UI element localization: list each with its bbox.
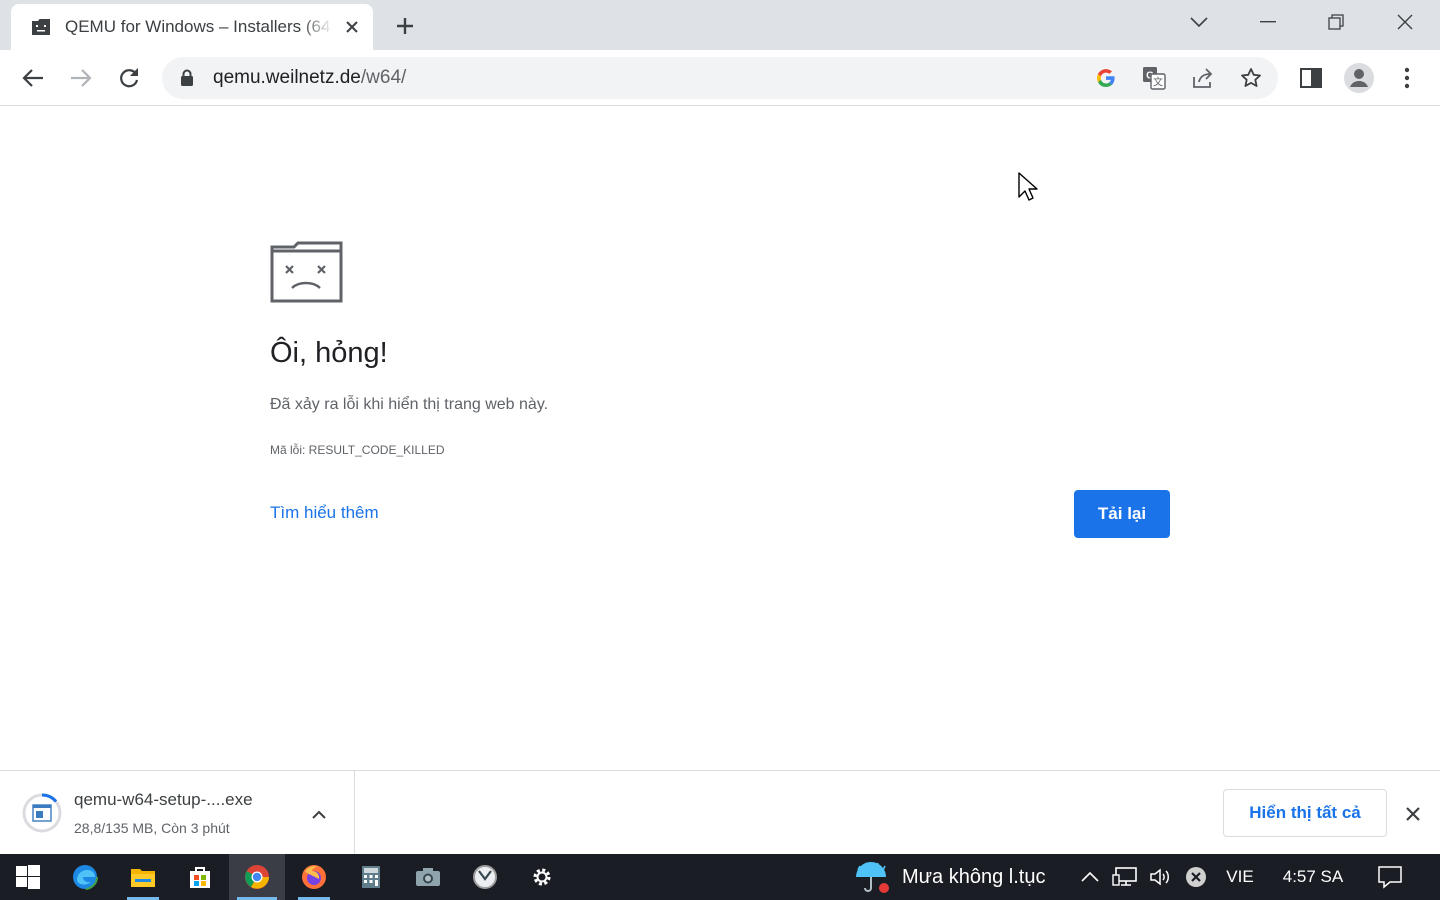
more-menu-icon[interactable] [1391, 62, 1423, 94]
lock-icon[interactable] [180, 69, 194, 92]
url-host: qemu.weilnetz.de [213, 67, 361, 88]
show-all-downloads-button[interactable]: Hiển thị tất cả [1223, 789, 1387, 837]
firefox-icon [302, 865, 326, 889]
close-window-button[interactable] [1390, 8, 1420, 36]
error-status-icon[interactable] [1181, 854, 1211, 900]
file-explorer-app[interactable] [115, 854, 171, 900]
browser-toolbar: qemu.weilnetz.de/w64/ G 文 [0, 50, 1440, 106]
reload-toolbar-button[interactable] [113, 62, 145, 94]
language-text: VIE [1226, 867, 1254, 886]
new-tab-button[interactable] [392, 13, 418, 39]
download-file-name: qemu-w64-setup-....exe [74, 790, 253, 809]
installer-file-icon [22, 793, 62, 838]
sad-folder-icon [270, 241, 343, 308]
minimize-button[interactable] [1253, 8, 1283, 36]
gear-icon [533, 868, 551, 886]
url-path: /w64/ [360, 67, 407, 88]
weather-widget[interactable]: Mưa không l.tục [852, 860, 1045, 894]
start-button[interactable] [0, 854, 56, 900]
side-panel-icon[interactable] [1295, 62, 1327, 94]
tab-close-icon[interactable] [341, 16, 363, 38]
error-code: Mã lỗi: RESULT_CODE_KILLED [270, 443, 445, 457]
edge-icon [72, 864, 98, 890]
clock-indicator[interactable]: 4:57 SA [1272, 854, 1354, 900]
url-text[interactable]: qemu.weilnetz.de/w64/ [213, 67, 406, 89]
tray-overflow-chevron-icon[interactable] [1077, 854, 1103, 900]
camera-app[interactable] [400, 854, 456, 900]
download-shelf: qemu-w64-setup-....exe 28,8/135 MB, Còn … [0, 770, 1440, 855]
sad-tab-favicon-icon [31, 17, 51, 37]
clock-icon [473, 865, 497, 889]
volume-icon[interactable] [1146, 854, 1176, 900]
calculator-app[interactable] [343, 854, 399, 900]
clock-app[interactable] [457, 854, 513, 900]
calculator-icon [362, 866, 380, 888]
download-status: 28,8/135 MB, Còn 3 phút [74, 820, 230, 836]
rain-umbrella-icon [856, 862, 889, 893]
camera-icon [416, 868, 440, 886]
translate-icon[interactable]: G 文 [1141, 65, 1167, 91]
google-icon[interactable] [1093, 65, 1119, 91]
svg-text:文: 文 [1153, 76, 1163, 89]
network-icon[interactable] [1110, 854, 1140, 900]
profile-avatar-icon[interactable] [1343, 62, 1375, 94]
chevron-up-icon[interactable] [306, 801, 332, 827]
notification-center-icon[interactable] [1372, 854, 1408, 900]
time-text: 4:57 SA [1282, 867, 1344, 886]
mouse-cursor-icon [1018, 172, 1040, 207]
settings-app[interactable] [514, 854, 570, 900]
active-tab[interactable]: QEMU for Windows – Installers (64 bit) [11, 4, 373, 50]
bookmark-star-icon[interactable] [1238, 65, 1264, 91]
address-bar[interactable]: qemu.weilnetz.de/w64/ G 文 [162, 57, 1278, 99]
firefox-app[interactable] [286, 854, 342, 900]
chrome-app[interactable] [229, 854, 285, 900]
error-page: Ôi, hỏng! Đã xảy ra lỗi khi hiển thị tra… [0, 107, 1440, 770]
folder-icon [131, 869, 155, 887]
share-icon[interactable] [1190, 65, 1216, 91]
tab-title: QEMU for Windows – Installers (64 bit) [65, 17, 333, 36]
close-shelf-icon[interactable] [1400, 801, 1426, 827]
reload-button[interactable]: Tải lại [1074, 490, 1170, 538]
back-button[interactable] [17, 62, 49, 94]
chrome-icon [245, 865, 269, 889]
store-app[interactable] [172, 854, 228, 900]
forward-button[interactable] [65, 62, 97, 94]
learn-more-link[interactable]: Tìm hiểu thêm [270, 503, 379, 523]
tab-strip: QEMU for Windows – Installers (64 bit) [0, 0, 1440, 50]
download-item[interactable]: qemu-w64-setup-....exe 28,8/135 MB, Còn … [0, 771, 355, 855]
weather-text: Mưa không l.tục [902, 865, 1046, 888]
restore-button[interactable] [1321, 8, 1351, 36]
language-indicator[interactable]: VIE [1218, 854, 1262, 900]
error-title: Ôi, hỏng! [270, 337, 388, 369]
edge-app[interactable] [57, 854, 113, 900]
tab-search-chevron-icon[interactable] [1184, 8, 1214, 36]
error-message: Đã xảy ra lỗi khi hiển thị trang web này… [270, 396, 549, 413]
windows-taskbar: Mưa không l.tục VIE 4:57 SA [0, 854, 1440, 900]
store-icon [190, 867, 210, 888]
windows-logo-icon [16, 865, 40, 889]
